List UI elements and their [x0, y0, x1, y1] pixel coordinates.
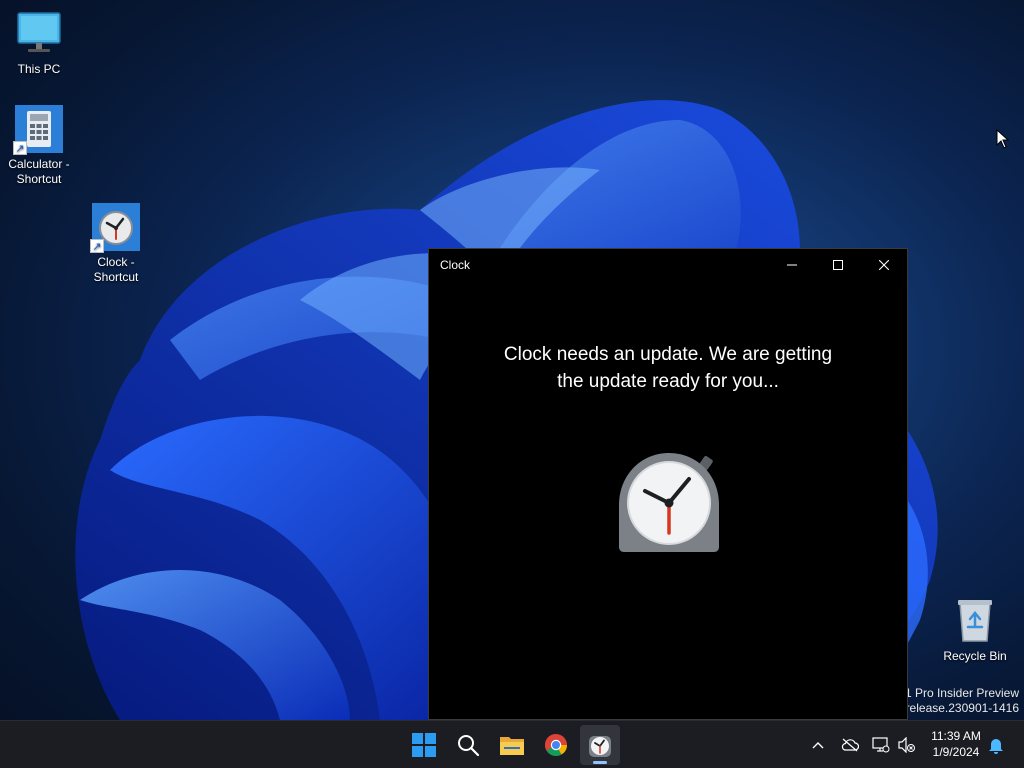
- clock-app-logo-icon: [619, 453, 719, 552]
- network-tray-button[interactable]: [869, 733, 893, 757]
- start-icon: [412, 733, 436, 757]
- chrome-button[interactable]: [536, 725, 576, 765]
- close-icon: [879, 260, 889, 270]
- mouse-cursor-icon: [996, 129, 1010, 149]
- shortcut-arrow-icon: ↗: [90, 239, 104, 253]
- volume-muted-icon: [898, 737, 915, 753]
- clock-icon: ↗: [90, 203, 140, 253]
- monitor-icon: [15, 10, 63, 58]
- update-message-line: the update ready for you...: [557, 371, 779, 392]
- clock-taskbar-button[interactable]: [580, 725, 620, 765]
- chrome-icon: [545, 734, 567, 756]
- shortcut-arrow-icon: ↗: [13, 141, 27, 155]
- search-button[interactable]: [448, 725, 488, 765]
- update-message-line: Clock needs an update. We are getting: [503, 344, 833, 365]
- taskbar-date: 1/9/2024: [932, 745, 980, 759]
- desktop-icon-label: Calculator -: [8, 157, 70, 171]
- chevron-up-icon: [812, 742, 824, 749]
- taskbar-clock[interactable]: 11:39 AM 1/9/2024: [924, 728, 988, 760]
- taskbar: 11:39 AM 1/9/2024: [0, 720, 1024, 768]
- window-titlebar[interactable]: Clock: [429, 249, 907, 281]
- file-explorer-icon: [500, 737, 524, 755]
- taskbar-time: 11:39 AM: [931, 729, 981, 743]
- desktop-icon-this-pc[interactable]: This PC: [1, 10, 77, 77]
- desktop-icon-label: Clock -: [97, 255, 135, 269]
- maximize-icon: [833, 260, 843, 270]
- volume-tray-button[interactable]: [895, 733, 919, 757]
- clock-app-window[interactable]: Clock Clock needs an update. We are gett…: [428, 248, 908, 720]
- minimize-icon: [787, 264, 797, 266]
- notification-bell-icon: [989, 738, 1003, 754]
- desktop-icon-recycle-bin[interactable]: Recycle Bin: [937, 597, 1013, 664]
- search-icon: [458, 735, 480, 757]
- minimize-button[interactable]: [769, 249, 815, 281]
- window-title: Clock: [440, 258, 471, 272]
- close-button[interactable]: [861, 249, 907, 281]
- watermark-line: 1 Pro Insider Preview: [904, 686, 1019, 700]
- recycle-bin-icon: [951, 597, 999, 645]
- desktop-icon-label: Shortcut: [93, 270, 139, 284]
- start-button[interactable]: [404, 725, 444, 765]
- network-icon: [872, 737, 890, 753]
- desktop-icon-label: Shortcut: [16, 172, 62, 186]
- update-message: Clock needs an update. We are getting th…: [429, 341, 907, 395]
- calculator-icon: ↗: [13, 105, 63, 155]
- desktop-icon-calculator-shortcut[interactable]: ↗ Calculator - Shortcut: [1, 105, 77, 187]
- maximize-button[interactable]: [815, 249, 861, 281]
- watermark-line: erelease.230901-1416: [898, 701, 1019, 715]
- desktop-icon-clock-shortcut[interactable]: ↗ Clock - Shortcut: [78, 203, 154, 285]
- windows-watermark: 1 Pro Insider Preview erelease.230901-14…: [899, 686, 1019, 716]
- desktop-icon-label: Recycle Bin: [943, 649, 1007, 663]
- notifications-button[interactable]: [984, 733, 1008, 757]
- clock-icon: [589, 736, 611, 757]
- onedrive-tray-button[interactable]: [838, 733, 862, 757]
- cloud-offline-icon: [841, 738, 859, 752]
- desktop-icon-label: This PC: [17, 62, 61, 76]
- file-explorer-button[interactable]: [492, 725, 532, 765]
- active-indicator: [593, 761, 607, 764]
- show-hidden-icons-button[interactable]: [806, 733, 830, 757]
